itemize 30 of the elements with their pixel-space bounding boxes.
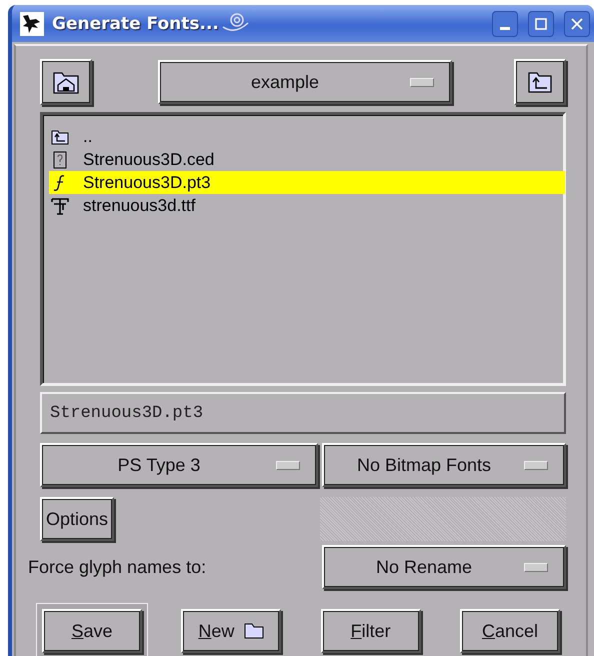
app-icon [20,12,44,36]
dialog-button[interactable]: New [181,609,282,653]
file-item[interactable]: strenuous3d.ttf [49,194,565,217]
rename-label: Force glyph names to: [28,556,206,578]
filename-field[interactable]: Strenuous3D.pt3 [40,392,566,434]
window-title: Generate Fonts... [52,14,219,34]
maximize-button[interactable] [528,10,554,36]
file-item[interactable]: Strenuous3D.ced [49,148,565,171]
directory-dropdown[interactable]: example [158,60,452,104]
bitmap-dropdown[interactable]: No Bitmap Fonts [322,443,566,487]
parent-folder-button[interactable] [514,59,566,105]
file-item[interactable]: Strenuous3D.pt3 [49,171,565,194]
dialog-button[interactable]: Filter [320,609,421,653]
rename-dropdown[interactable]: No Rename [322,545,566,589]
options-button[interactable]: Options [40,497,114,541]
minimize-button[interactable] [492,10,518,36]
close-button[interactable] [564,10,590,36]
format-dropdown[interactable]: PS Type 3 [40,443,318,487]
question-file-icon [51,150,69,168]
tt-icon [51,196,69,214]
home-folder-button[interactable] [40,59,92,105]
close-icon [570,16,584,30]
maximize-icon [534,16,548,30]
minimize-icon [500,27,510,30]
up-folder-icon [527,70,553,94]
file-item[interactable]: .. [49,125,565,148]
up-folder-icon [51,128,69,146]
dialog-button[interactable]: Save [42,609,142,653]
folder-icon [244,623,264,639]
dialog-button[interactable]: Cancel [460,609,560,653]
